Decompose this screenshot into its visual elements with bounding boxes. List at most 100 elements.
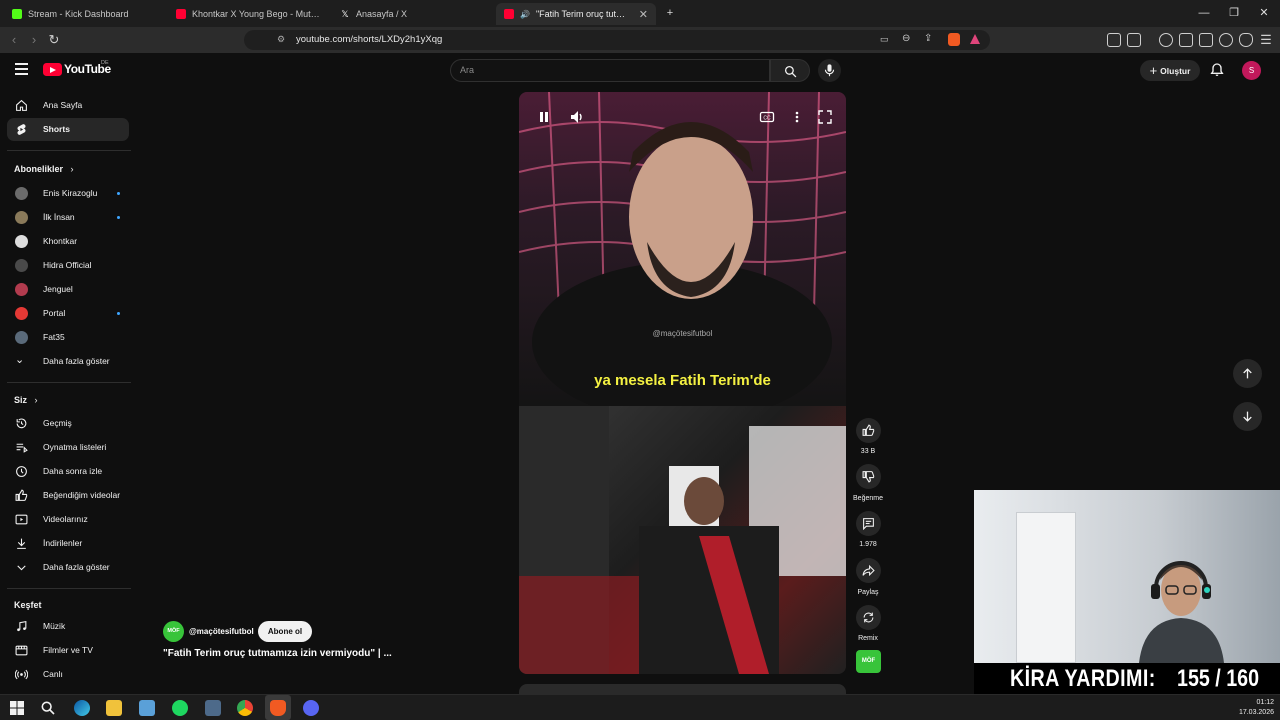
new-tab-button[interactable]: + [660,5,680,21]
sidebar-you-item[interactable]: Videolarınız [7,508,129,531]
like-button[interactable] [856,418,881,443]
sidebar-explore-item[interactable]: Müzik [7,615,129,638]
channel-name[interactable]: @maçötesifutbol [189,627,254,636]
search-button[interactable] [770,59,810,82]
taskbar-search-icon[interactable] [40,700,56,716]
subscribe-button[interactable]: Abone ol [258,621,312,642]
sidebar-explore-label: Filmler ve TV [43,645,93,655]
menu-icon[interactable]: ☰ [1258,32,1274,48]
sidebar-subs-show-more[interactable]: ⌄ Daha fazla göster [7,350,129,373]
x-logo-icon: 𝕏 [341,9,349,19]
fullscreen-button[interactable] [817,109,833,125]
sidebar-you-item[interactable]: Geçmiş [7,412,129,435]
previous-short-button[interactable] [1233,359,1262,388]
sidebar-you-item[interactable]: Oynatma listeleri [7,436,129,459]
back-button[interactable]: ‹ [6,32,22,48]
extensions-icon[interactable] [1107,33,1121,47]
search-input[interactable] [460,65,760,75]
tab-youtube-khontkar[interactable]: Khontkar X Young Bego - Mutfak I & [168,3,328,25]
country-code: DE [101,60,109,66]
remix-button[interactable] [856,605,881,630]
cast-icon[interactable]: ▭ [880,34,889,45]
short-title[interactable]: "Fatih Terim oruç tutmamıza izin vermiyo… [163,648,392,659]
tab-fatih-terim-short[interactable]: 🔊 "Fatih Terim oruç tutmamıza i ✕ [496,3,656,25]
sidebar-subscription-item[interactable]: Enis Kirazoglu [7,182,129,205]
sidebar-you-item[interactable]: Daha sonra izle [7,460,129,483]
channel-avatar-icon [15,331,28,344]
sidebar-you-item[interactable]: Daha fazla göster [7,556,129,579]
app-icon[interactable] [139,700,155,716]
voice-search-button[interactable] [818,59,841,82]
screenshot-icon[interactable] [1127,33,1141,47]
spotify-icon[interactable] [172,700,188,716]
comments-button[interactable] [856,511,881,536]
close-window-button[interactable]: ✕ [1254,5,1274,21]
tab-x-home[interactable]: 𝕏 Anasayfa / X [332,3,492,25]
more-options-button[interactable] [789,109,805,125]
browser-tab-strip: Stream - Kick Dashboard Khontkar X Young… [0,0,1280,27]
next-short-button[interactable] [1233,402,1262,431]
zoom-icon[interactable]: ⊖ [902,33,910,44]
windows-start-icon[interactable] [9,700,25,716]
share-label: Paylaş [857,589,879,596]
shorts-video-player[interactable]: @maçötesifutbol ya mesela Fatih Terim'de… [519,92,846,674]
notifications-bell-icon[interactable] [1209,62,1225,78]
minimize-button[interactable]: — [1194,5,1214,21]
pause-button[interactable] [536,109,552,125]
new-content-dot [117,216,120,219]
youtube-logo-icon[interactable] [43,63,62,76]
tab-kick-dashboard[interactable]: Stream - Kick Dashboard [4,3,164,25]
forward-button[interactable]: › [26,32,42,48]
brave-rewards-icon[interactable] [970,34,980,44]
vpn-icon[interactable] [1239,33,1253,47]
volume-button[interactable] [569,109,585,125]
close-tab-icon[interactable]: ✕ [639,8,648,21]
sidebar-you-item[interactable]: İndirilenler [7,532,129,555]
share-button[interactable] [856,558,881,583]
sidebar-you-item[interactable]: Beğendiğim videolar [7,484,129,507]
sidebar-you-label: Oynatma listeleri [43,442,107,452]
sidebar-subscription-item[interactable]: Jenguel [7,278,129,301]
captions-button[interactable]: CC [759,109,775,125]
you-heading[interactable]: Siz › [14,395,38,405]
reload-button[interactable]: ↻ [46,32,62,48]
brave-browser-icon[interactable] [270,700,286,716]
sidebar-subscription-item[interactable]: Khontkar [7,230,129,253]
music-icon[interactable] [1159,33,1173,47]
sidebar-item-shorts[interactable]: Shorts [7,118,129,141]
sidebar-subscription-item[interactable]: Fat35 [7,326,129,349]
system-clock[interactable]: 01:12 17.03.2026 [1232,698,1274,718]
address-bar[interactable]: ⚙ youtube.com/shorts/LXDy2h1yXqg ▭ ⊖ ⇪ [244,30,990,50]
wallet-icon[interactable] [1199,33,1213,47]
next-short-preview[interactable] [519,684,846,694]
share-icon[interactable]: ⇪ [924,33,932,44]
chrome-icon[interactable] [237,700,253,716]
create-button[interactable]: + Oluştur [1140,60,1200,81]
discord-icon[interactable] [303,700,319,716]
site-info-icon[interactable]: ⚙ [277,34,285,45]
dislike-button[interactable] [856,464,881,489]
channel-avatar[interactable]: MÖF [163,621,184,642]
restore-button[interactable]: ❐ [1224,5,1244,21]
sidebar-explore-item[interactable]: Filmler ve TV [7,639,129,662]
subscriptions-heading[interactable]: Abonelikler › [14,164,74,174]
like-icon [15,489,28,501]
chevron-right-icon: › [70,164,74,174]
search-box[interactable] [450,59,770,82]
sidebar-icon[interactable] [1179,33,1193,47]
sidebar-subscription-item[interactable]: İlk İnsan [7,206,129,229]
captions-icon: CC [759,111,775,123]
streamer-webcam-overlay [974,490,1280,663]
sidebar-subscription-item[interactable]: Hidra Official [7,254,129,277]
hamburger-menu-icon[interactable] [15,63,28,75]
leo-ai-icon[interactable] [1219,33,1233,47]
brave-shield-icon[interactable] [948,33,960,46]
audio-channel-thumbnail[interactable]: MÖF [856,650,881,673]
account-avatar[interactable]: S [1242,61,1261,80]
sidebar-subscription-item[interactable]: Portal [7,302,129,325]
file-explorer-icon[interactable] [106,700,122,716]
edge-browser-icon[interactable] [74,700,90,716]
sidebar-explore-item[interactable]: Canlı [7,663,129,686]
sidebar-item-home[interactable]: Ana Sayfa [7,94,129,117]
calculator-icon[interactable] [205,700,221,716]
